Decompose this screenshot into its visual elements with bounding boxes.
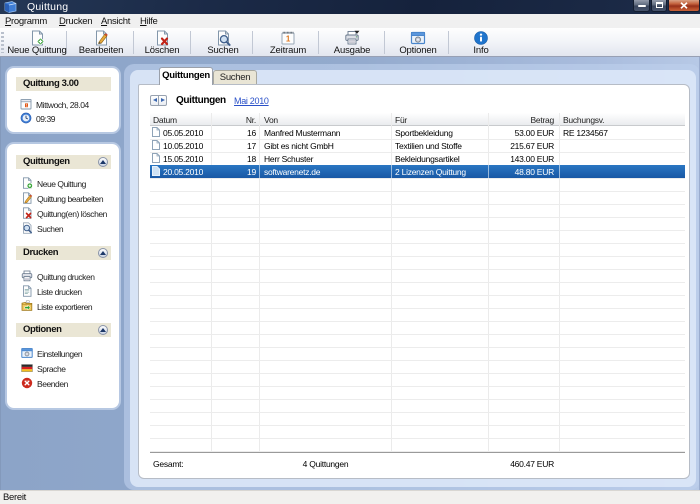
svg-text:1: 1 <box>286 35 291 44</box>
